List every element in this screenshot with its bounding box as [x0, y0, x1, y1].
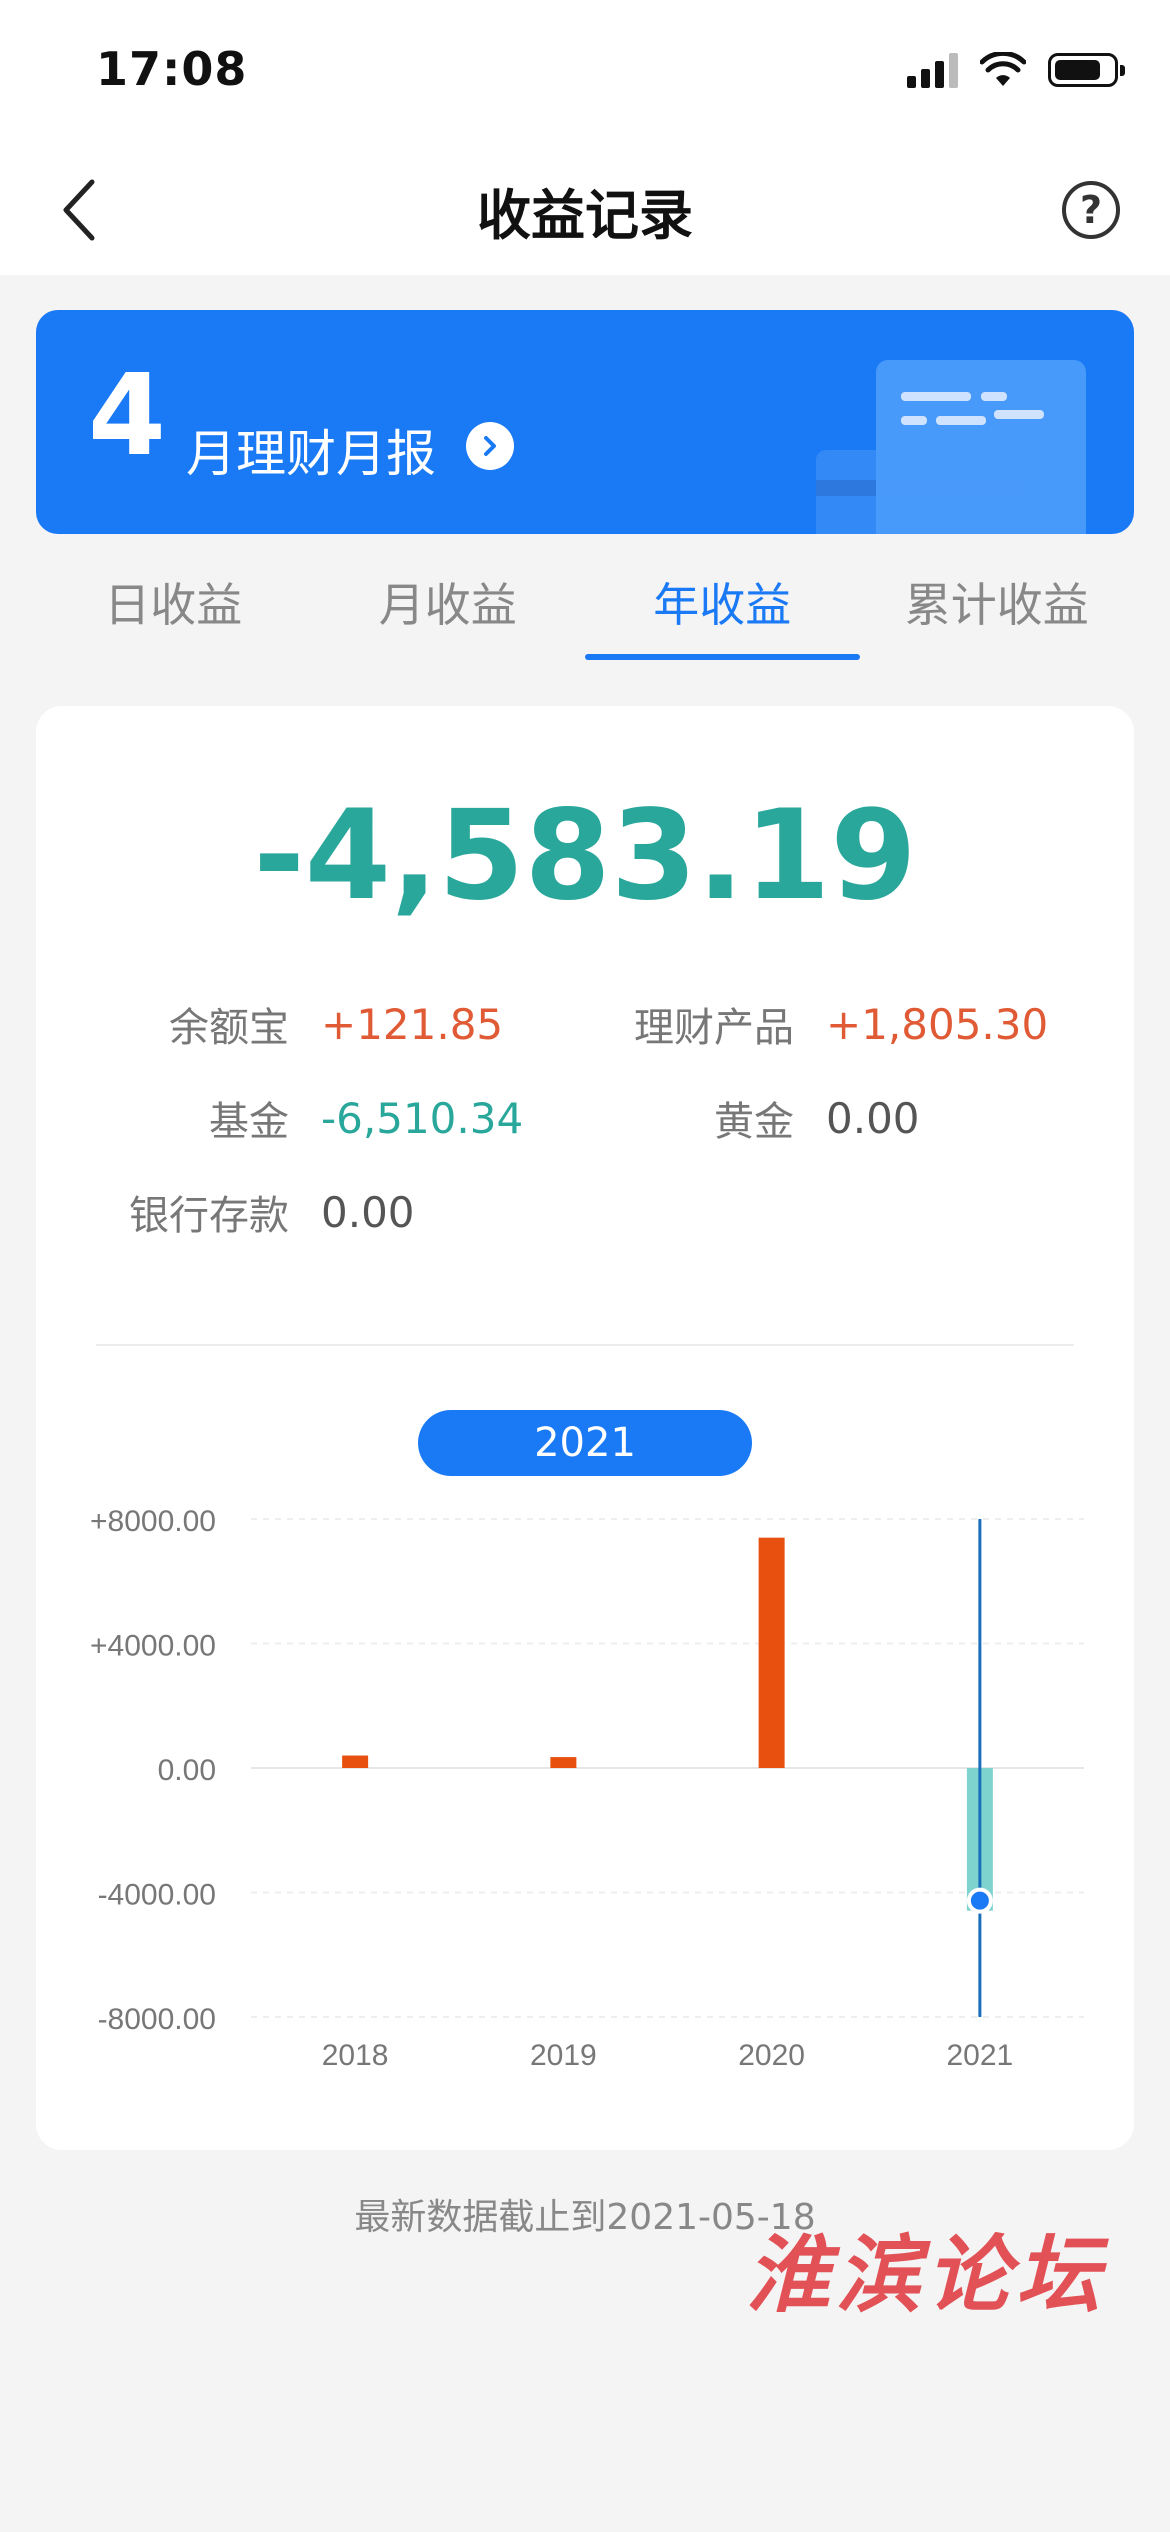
- help-button[interactable]: ?: [1062, 181, 1120, 239]
- bar: [342, 1755, 369, 1768]
- tab-yearly[interactable]: 年收益: [585, 560, 860, 660]
- period-tabs: 日收益 月收益 年收益 累计收益: [36, 560, 1134, 660]
- y-tick-label: -8000.00: [98, 2003, 216, 2036]
- selected-year-badge: 2021: [418, 1410, 752, 1476]
- monthly-report-banner[interactable]: 4 月理财月报: [36, 310, 1134, 534]
- selection-point: [966, 1887, 993, 1914]
- tab-cumulative[interactable]: 累计收益: [860, 560, 1135, 660]
- wifi-icon: [980, 52, 1026, 86]
- tab-monthly[interactable]: 月收益: [311, 560, 586, 660]
- breakdown-label: 理财产品: [634, 1005, 794, 1051]
- x-tick-label: 2019: [530, 2039, 597, 2072]
- x-tick-label: 2021: [947, 2039, 1014, 2072]
- navigation-bar: 收益记录 ?: [0, 145, 1170, 275]
- yearly-earnings-bar-chart[interactable]: +8000.00 +4000.00 0.00 -4000.00 -8000.00 2018…: [36, 1486, 1134, 2106]
- breakdown-value: 0.00: [321, 1187, 415, 1237]
- breakdown-value: 0.00: [826, 1093, 920, 1143]
- earnings-card: -4,583.19 余额宝 +121.85 理财产品 +1,805.30 基金 …: [36, 706, 1134, 2150]
- breakdown-item: 黄金 0.00: [36, 1088, 920, 1148]
- status-time: 17:08: [96, 42, 248, 96]
- status-bar: 17:08: [0, 0, 1170, 145]
- status-icons: [907, 52, 1125, 88]
- x-tick-label: 2018: [322, 2039, 389, 2072]
- bar: [550, 1757, 577, 1768]
- watermark-text: 淮滨论坛: [746, 2225, 1107, 2324]
- breakdown-label: 银行存款: [129, 1193, 289, 1239]
- battery-icon: [1048, 53, 1125, 87]
- y-tick-label: 0.00: [158, 1754, 216, 1787]
- breakdown-item: 理财产品 +1,805.30: [36, 994, 1048, 1054]
- x-tick-label: 2020: [738, 2039, 805, 2072]
- banner-month-number: 4: [88, 351, 166, 481]
- tab-daily[interactable]: 日收益: [36, 560, 311, 660]
- chevron-right-circle-icon: [466, 422, 514, 470]
- y-tick-label: +4000.00: [90, 1630, 216, 1663]
- breakdown-label: 黄金: [714, 1099, 794, 1145]
- divider: [96, 1344, 1074, 1346]
- banner-title: 月理财月报: [186, 425, 436, 483]
- bar: [758, 1537, 785, 1768]
- total-earnings: -4,583.19: [253, 784, 917, 928]
- report-illustration-icon: [816, 360, 1086, 534]
- y-tick-label: -4000.00: [98, 1879, 216, 1912]
- page-title: 收益记录: [477, 184, 693, 247]
- breakdown-item: 银行存款 0.00: [36, 1182, 415, 1242]
- y-tick-label: +8000.00: [90, 1505, 216, 1538]
- breakdown-value: +1,805.30: [826, 999, 1049, 1049]
- cellular-signal-icon: [907, 52, 958, 88]
